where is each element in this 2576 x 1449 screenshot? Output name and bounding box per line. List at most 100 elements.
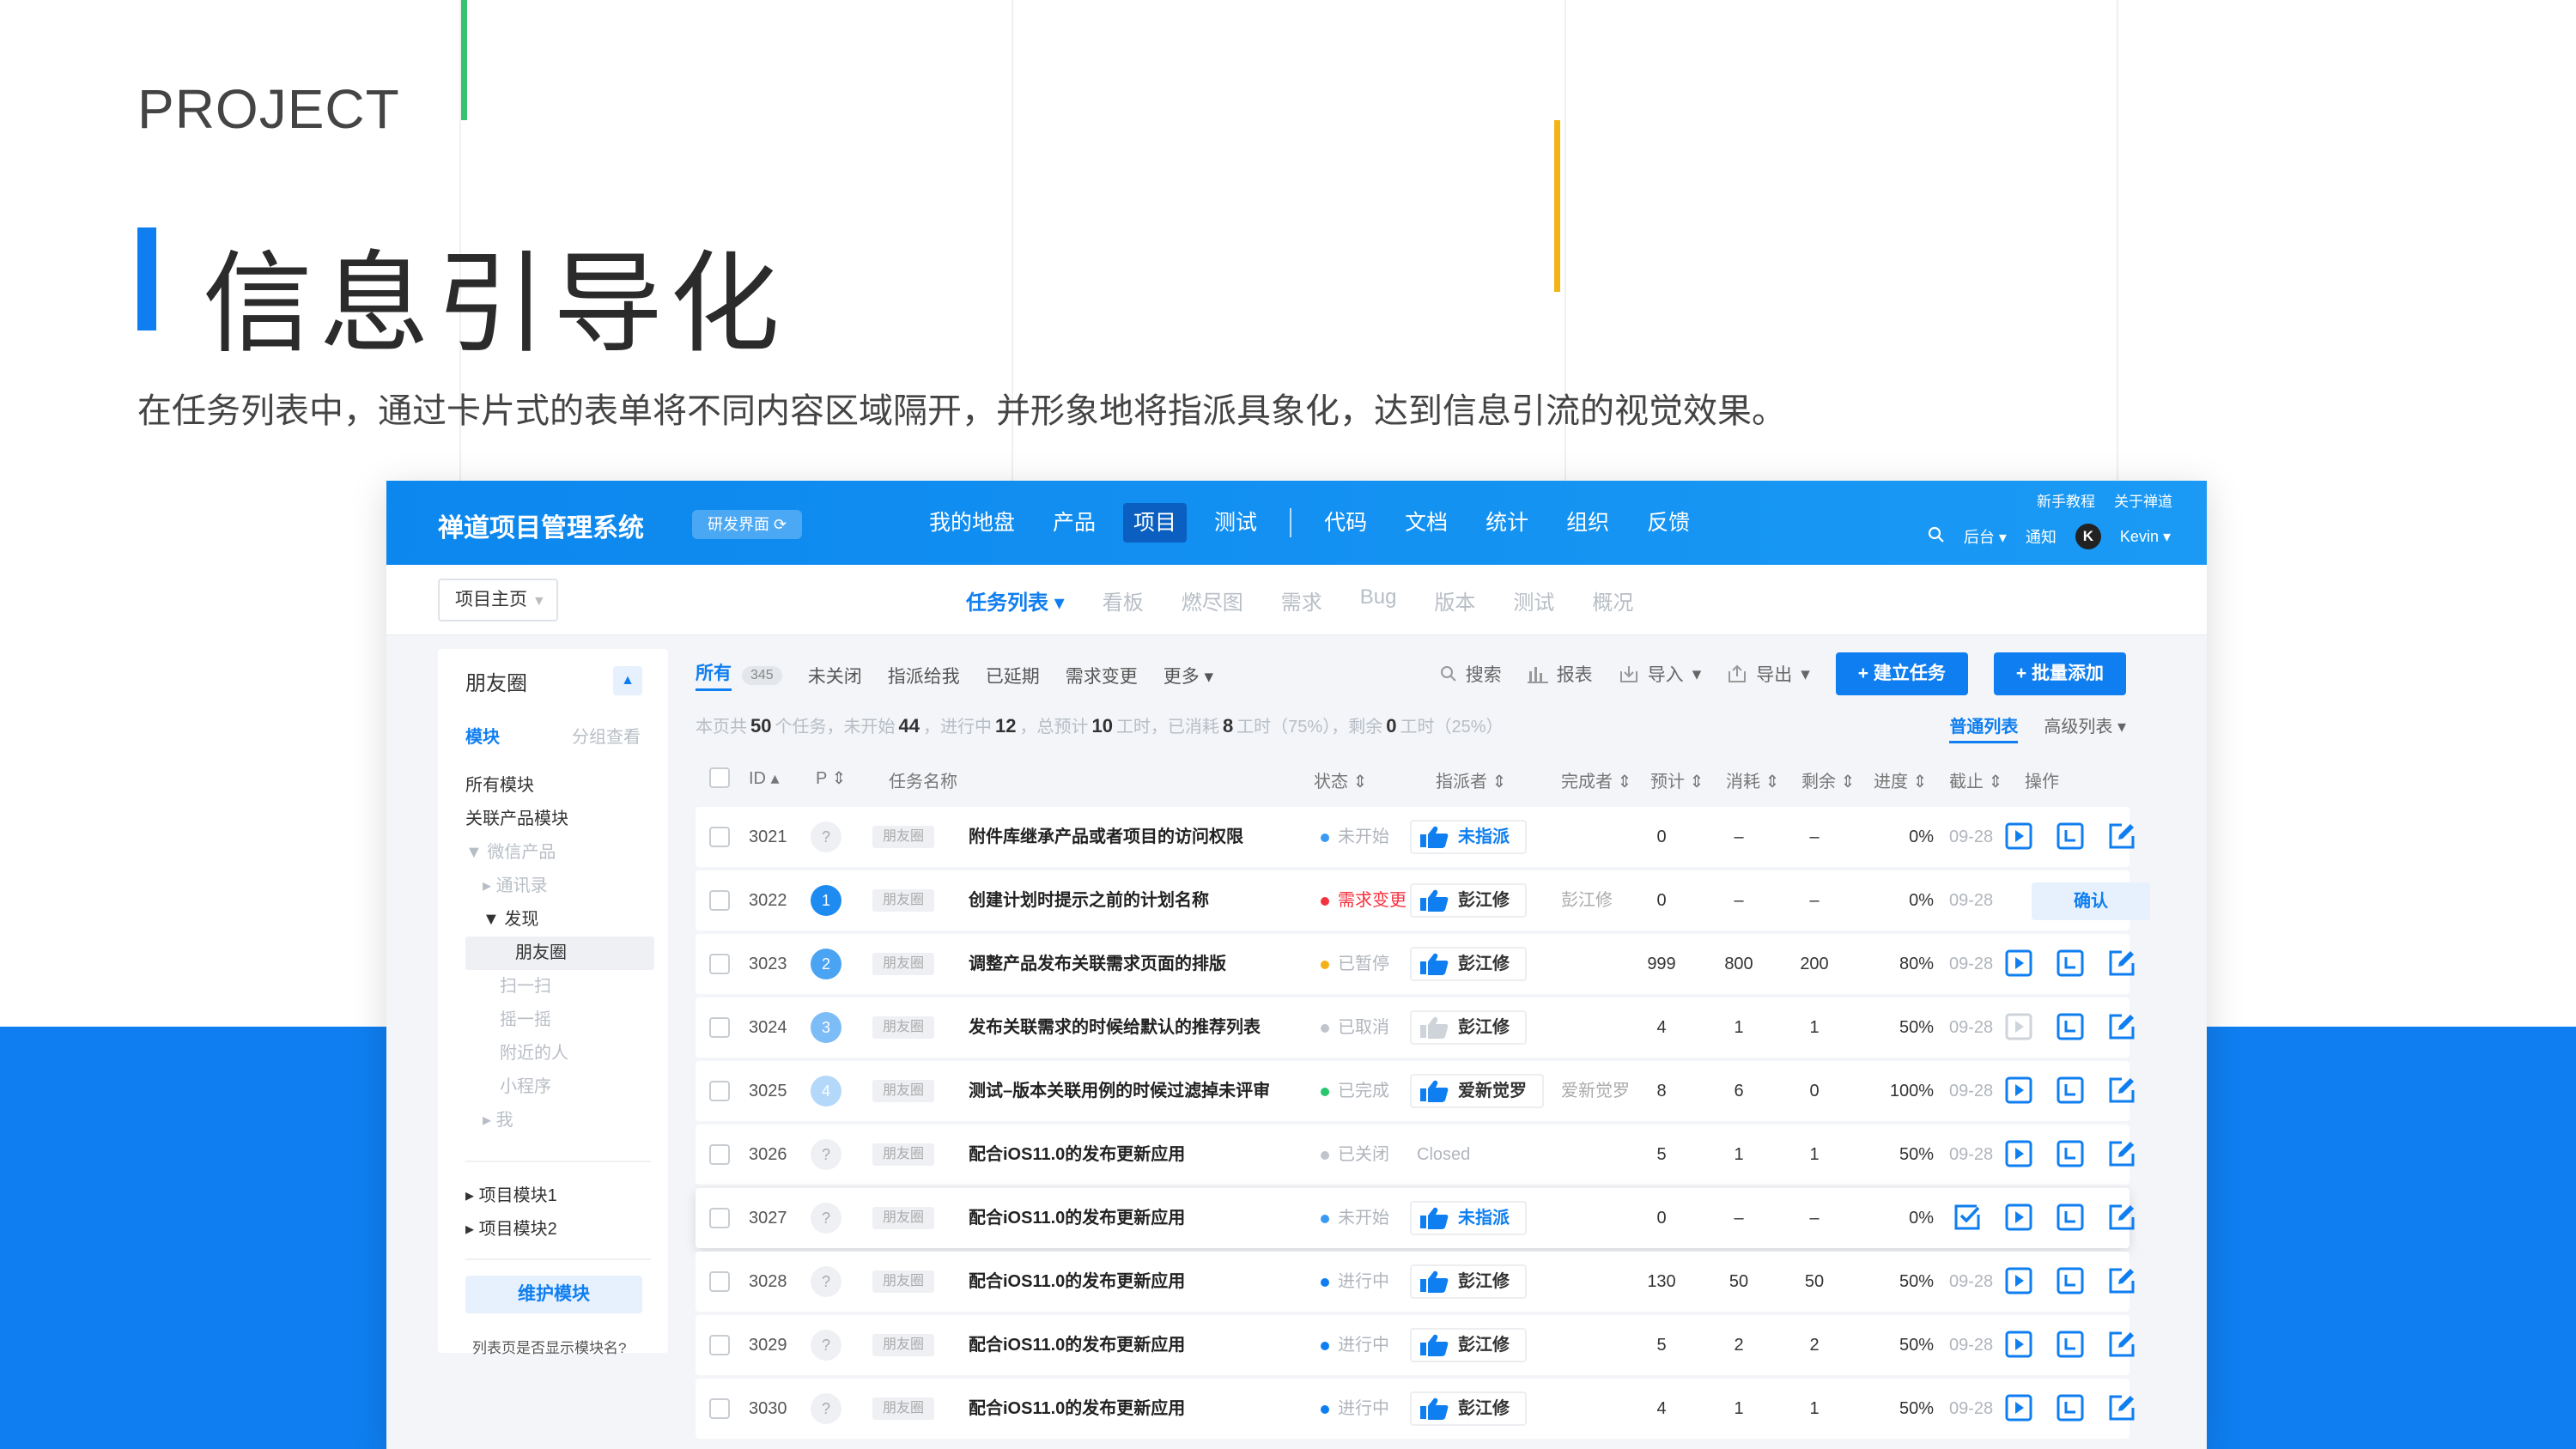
row-checkbox[interactable] bbox=[709, 1017, 730, 1038]
nav-item[interactable]: 我的地盘 bbox=[919, 503, 1025, 543]
export-button[interactable]: 导出 ▾ bbox=[1727, 661, 1810, 687]
row-checkbox[interactable] bbox=[709, 1398, 730, 1419]
edit-icon[interactable] bbox=[2107, 1203, 2136, 1232]
tab-group-view[interactable]: 分组查看 bbox=[572, 723, 641, 748]
edit-icon[interactable] bbox=[2107, 822, 2136, 851]
nav-item[interactable]: 反馈 bbox=[1637, 503, 1700, 543]
record-icon[interactable] bbox=[2056, 1266, 2085, 1295]
module-tree-item[interactable]: ▼ 发现 bbox=[465, 903, 654, 937]
row-checkbox[interactable] bbox=[709, 890, 730, 911]
subnav-item[interactable]: 概况 bbox=[1592, 585, 1633, 615]
search-icon[interactable] bbox=[1928, 526, 1945, 548]
start-icon[interactable] bbox=[2004, 1203, 2033, 1232]
record-icon[interactable] bbox=[2056, 1139, 2085, 1168]
subnav-item[interactable]: 任务列表 ▾ bbox=[966, 585, 1065, 615]
subnav-item[interactable]: 需求 bbox=[1281, 585, 1322, 615]
filter-tab[interactable]: 需求变更 bbox=[1066, 663, 1138, 688]
table-row[interactable]: 3023 2 朋友圈 调整产品发布关联需求页面的排版 已暂停 彭江修 999 800 200 80… bbox=[696, 934, 2135, 994]
module-tree-item[interactable]: 朋友圈 bbox=[465, 937, 654, 970]
record-icon[interactable] bbox=[2056, 1076, 2085, 1105]
task-name[interactable]: 配合iOS11.0的发布更新应用 bbox=[969, 1379, 1185, 1439]
column-header[interactable]: 消耗 ⇕ bbox=[1726, 767, 1779, 792]
filter-tab[interactable]: 未关闭 bbox=[808, 663, 862, 688]
project-select[interactable]: 项目主页 ▼ bbox=[438, 579, 558, 621]
row-checkbox[interactable] bbox=[709, 1208, 730, 1228]
top-link[interactable]: 关于禅道 bbox=[2114, 489, 2172, 511]
avatar[interactable]: K bbox=[2075, 524, 2101, 549]
table-row[interactable]: 3025 4 朋友圈 测试–版本关联用例的时候过滤掉未评审 已完成 爱新觉罗 爱新觉罗 8 6 0… bbox=[696, 1061, 2135, 1121]
report-button[interactable]: 报表 bbox=[1527, 661, 1593, 687]
row-checkbox[interactable] bbox=[709, 1081, 730, 1101]
nav-item[interactable]: 统计 bbox=[1475, 503, 1539, 543]
module-tree-item[interactable]: 小程序 bbox=[465, 1070, 654, 1104]
start-icon[interactable] bbox=[2004, 1266, 2033, 1295]
table-row[interactable]: 3028? 朋友圈 配合iOS11.0的发布更新应用 进行中 彭江修 130 50 50 50%… bbox=[696, 1252, 2135, 1312]
column-header[interactable]: 状态 ⇕ bbox=[1314, 767, 1367, 792]
task-name[interactable]: 配合iOS11.0的发布更新应用 bbox=[969, 1125, 1185, 1185]
assignee-chip[interactable]: 未指派 bbox=[1410, 820, 1527, 854]
collapse-icon[interactable]: ▲ bbox=[613, 666, 642, 695]
assignee-chip[interactable]: 爱新觉罗 bbox=[1410, 1074, 1544, 1108]
confirm-button[interactable]: 确认 bbox=[2032, 882, 2150, 920]
subnav-item[interactable]: Bug bbox=[1360, 585, 1397, 615]
column-header[interactable]: 剩余 ⇕ bbox=[1801, 767, 1855, 792]
task-name[interactable]: 附件库继承产品或者项目的访问权限 bbox=[969, 807, 1243, 867]
edit-icon[interactable] bbox=[2107, 1393, 2136, 1422]
column-header[interactable]: 进度 ⇕ bbox=[1874, 767, 1927, 792]
column-header[interactable]: 完成者 ⇕ bbox=[1561, 767, 1631, 792]
module-tree-item[interactable]: ▼ 微信产品 bbox=[465, 836, 654, 870]
start-icon[interactable] bbox=[2004, 1139, 2033, 1168]
edit-icon[interactable] bbox=[2107, 1076, 2136, 1105]
filter-tab[interactable]: 指派给我 bbox=[888, 663, 960, 688]
admin-menu[interactable]: 后台 ▾ bbox=[1964, 525, 2007, 548]
maintain-modules-button[interactable]: 维护模块 bbox=[465, 1276, 642, 1313]
record-icon[interactable] bbox=[2056, 1393, 2085, 1422]
subnav-item[interactable]: 燃尽图 bbox=[1182, 585, 1243, 615]
table-row[interactable]: 3021? 朋友圈 附件库继承产品或者项目的访问权限 未开始 未指派 0 – – 0% 09-28 bbox=[696, 807, 2135, 867]
edit-icon[interactable] bbox=[2107, 1139, 2136, 1168]
task-name[interactable]: 测试–版本关联用例的时候过滤掉未评审 bbox=[969, 1061, 1270, 1121]
subnav-item[interactable]: 版本 bbox=[1434, 585, 1475, 615]
table-row[interactable]: 3029? 朋友圈 配合iOS11.0的发布更新应用 进行中 彭江修 5 2 2 50% 09-2… bbox=[696, 1315, 2135, 1375]
view-mode-tab[interactable]: 高级列表 ▾ bbox=[2044, 712, 2126, 743]
import-button[interactable]: 导入 ▾ bbox=[1619, 661, 1701, 687]
nav-item[interactable]: 产品 bbox=[1042, 503, 1106, 543]
column-header[interactable]: 截止 ⇕ bbox=[1949, 767, 2002, 792]
assignee-chip[interactable]: 彭江修 bbox=[1410, 1328, 1527, 1362]
start-icon[interactable] bbox=[2004, 1330, 2033, 1359]
row-checkbox[interactable] bbox=[709, 827, 730, 847]
start-icon[interactable] bbox=[2004, 822, 2033, 851]
table-row[interactable]: 3024 3 朋友圈 发布关联需求的时候给默认的推荐列表 已取消 彭江修 4 1 1 50% 09-… bbox=[696, 997, 2135, 1058]
record-icon[interactable] bbox=[2056, 1203, 2085, 1232]
start-icon[interactable] bbox=[2004, 1393, 2033, 1422]
edit-icon[interactable] bbox=[2107, 949, 2136, 978]
module-tree-item[interactable]: 扫一扫 bbox=[465, 970, 654, 1003]
record-icon[interactable] bbox=[2056, 1330, 2085, 1359]
task-name[interactable]: 调整产品发布关联需求页面的排版 bbox=[969, 934, 1226, 994]
module-tree-item[interactable]: ▸ 通讯录 bbox=[465, 870, 654, 903]
assignee-chip[interactable]: 彭江修 bbox=[1410, 1391, 1527, 1426]
sidebar-note[interactable]: 列表页是否显示模块名? bbox=[472, 1336, 626, 1357]
task-name[interactable]: 创建计划时提示之前的计划名称 bbox=[969, 870, 1209, 931]
nav-item[interactable]: 测试 bbox=[1204, 503, 1267, 543]
nav-item[interactable]: 代码 bbox=[1314, 503, 1377, 543]
module-tree-item[interactable]: 附近的人 bbox=[465, 1037, 654, 1070]
view-mode-tab[interactable]: 普通列表 bbox=[1949, 712, 2019, 743]
edit-icon[interactable] bbox=[2107, 1012, 2136, 1041]
row-checkbox[interactable] bbox=[709, 1335, 730, 1355]
project-module-item[interactable]: ▸ 项目模块1 bbox=[465, 1179, 654, 1213]
filter-tab[interactable]: 更多 ▾ bbox=[1163, 663, 1213, 688]
subnav-item[interactable]: 看板 bbox=[1103, 585, 1144, 615]
nav-item[interactable]: 项目 bbox=[1123, 503, 1188, 543]
notify-link[interactable]: 通知 bbox=[2026, 525, 2057, 548]
start-icon[interactable] bbox=[2004, 1076, 2033, 1105]
create-task-button[interactable]: + 建立任务 bbox=[1835, 652, 1968, 695]
edit-icon[interactable] bbox=[2107, 1266, 2136, 1295]
module-tree-item[interactable]: 关联产品模块 bbox=[465, 803, 654, 836]
table-row[interactable]: 3030? 朋友圈 配合iOS11.0的发布更新应用 进行中 彭江修 4 1 1 50% 09-2… bbox=[696, 1379, 2135, 1439]
record-icon[interactable] bbox=[2056, 949, 2085, 978]
assignee-chip[interactable]: 未指派 bbox=[1410, 1201, 1527, 1235]
task-name[interactable]: 配合iOS11.0的发布更新应用 bbox=[969, 1252, 1185, 1312]
batch-add-button[interactable]: + 批量添加 bbox=[1993, 652, 2126, 695]
row-checkbox[interactable] bbox=[709, 1271, 730, 1292]
